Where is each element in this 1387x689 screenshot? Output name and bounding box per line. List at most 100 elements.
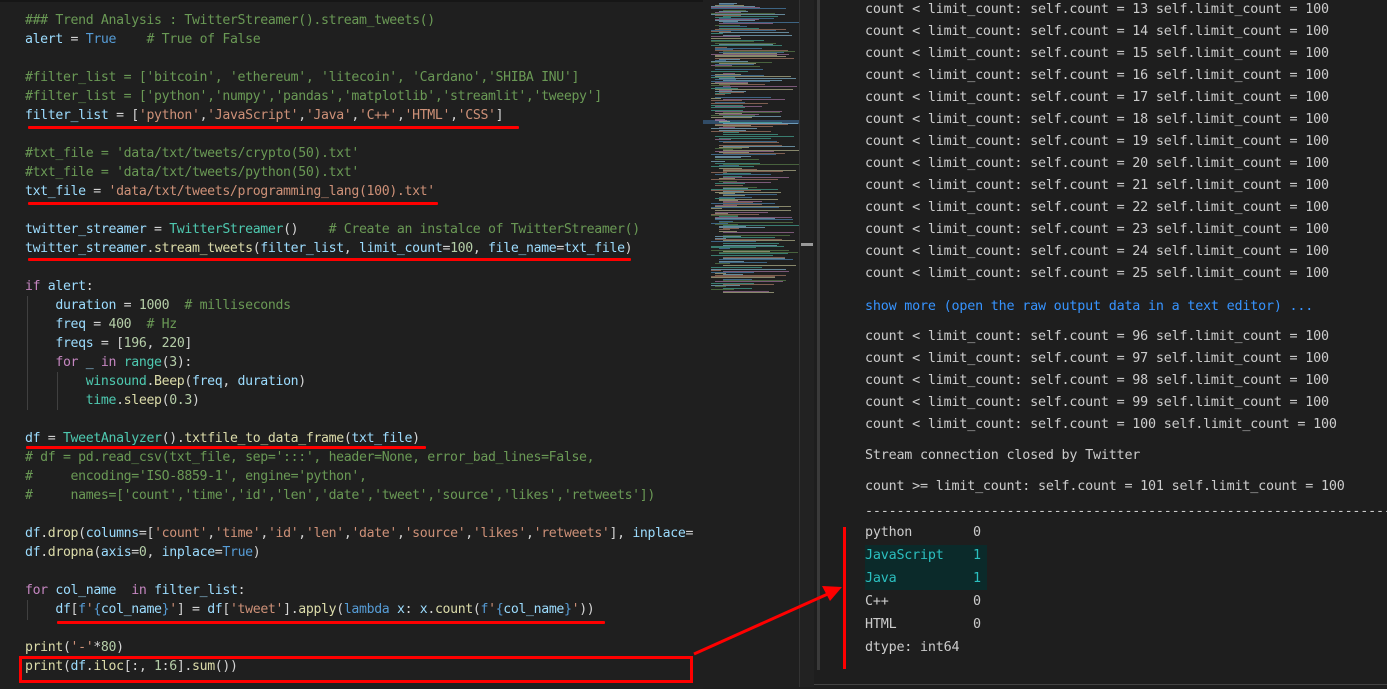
minimap-line [715,263,730,264]
code-line[interactable]: for _ in range(3): [25,353,693,372]
code-line[interactable]: twitter_streamer = TwitterStreamer() # C… [25,220,693,239]
code-line[interactable]: #filter_list = ['bitcoin', 'ethereum', '… [25,68,693,87]
output-line: count < limit_count: self.count = 13 sel… [865,2,1329,17]
output-bottom-divider [814,684,1387,685]
code-content[interactable]: ### Trend Analysis : TwitterStreamer().s… [25,11,693,676]
code-line[interactable]: df[f'{col_name}'] = df['tweet'].apply(la… [25,600,693,619]
sum-row: JavaScript 1 [865,546,981,566]
annotation-underline-apply [57,621,605,624]
minimap-line [719,253,788,254]
dtype-label: dtype: int64 [865,640,960,655]
minimap-line [723,86,797,87]
indent-guide [57,372,58,410]
minimap[interactable] [703,0,799,687]
sum-row-name: HTML [865,617,897,632]
minimap-line [711,270,721,271]
code-line[interactable]: #txt_file = 'data/txt/tweets/python(50).… [25,163,693,182]
minimap-line [715,139,731,140]
minimap-line [723,171,783,172]
minimap-line [715,210,791,211]
editor-scrollbar-thumb[interactable] [801,243,813,246]
minimap-line [715,66,760,67]
minimap-line [723,195,745,196]
annotation-box-print-sum [19,656,693,683]
code-line[interactable]: if alert: [25,277,693,296]
output-line: count < limit_count: self.count = 16 sel… [865,68,1329,83]
output-line: count < limit_count: self.count = 15 sel… [865,46,1329,61]
code-line[interactable]: for col_name in filter_list: [25,581,693,600]
output-separator: ----------------------------------------… [865,504,1387,519]
minimap-line [711,45,782,46]
minimap-line [723,16,778,17]
code-line[interactable]: #filter_list = ['python','numpy','pandas… [25,87,693,106]
minimap-line [711,267,762,268]
minimap-line [723,265,796,266]
minimap-line [711,166,754,167]
minimap-line [715,97,771,98]
code-line[interactable]: alert = True # True of False [25,30,693,49]
output-line: count < limit_count: self.count = 97 sel… [865,351,1329,366]
minimap-line [719,229,730,230]
code-line[interactable]: # names=['count','time','id','len','date… [25,486,693,505]
minimap-line [711,36,740,37]
output-line: count < limit_count: self.count = 20 sel… [865,156,1329,171]
annotation-underline-txt-file [28,202,438,205]
code-line[interactable] [25,562,693,581]
annotation-underline-filter-list [28,126,519,129]
code-line[interactable]: txt_file = 'data/txt/tweets/programming_… [25,182,693,201]
code-line[interactable]: time.sleep(0.3) [25,391,693,410]
sum-row: Java 1 [865,569,981,589]
minimap-line [711,161,725,162]
output-line: count < limit_count: self.count = 18 sel… [865,112,1329,127]
sum-row-name: C++ [865,594,889,609]
code-line[interactable] [25,410,693,429]
minimap-line [719,222,793,223]
code-line[interactable]: print('-'*80) [25,638,693,657]
code-line[interactable]: freqs = [196, 220] [25,334,693,353]
minimap-line [711,255,773,256]
minimap-line [719,32,789,33]
code-line[interactable]: freq = 400 # Hz [25,315,693,334]
minimap-line [711,269,786,270]
minimap-line [711,98,721,99]
code-line[interactable]: twitter_streamer.stream_tweets(filter_li… [25,239,693,258]
code-line[interactable]: ### Trend Analysis : TwitterStreamer().s… [25,11,693,30]
minimap-line [719,259,793,260]
indent-guide [27,296,28,410]
minimap-line [711,8,786,9]
indent-guide [27,600,28,620]
minimap-line [711,33,723,34]
show-more-link[interactable]: show more (open the raw output data in a… [865,297,1313,317]
minimap-line [711,131,771,132]
code-line[interactable]: #txt_file = 'data/txt/tweets/crypto(50).… [25,144,693,163]
minimap-line [719,23,773,24]
output-line: count < limit_count: self.count = 96 sel… [865,329,1329,344]
code-editor[interactable]: ### Trend Analysis : TwitterStreamer().s… [0,0,703,689]
minimap-line [715,219,793,220]
minimap-line [711,128,757,129]
minimap-line [711,71,748,72]
minimap-line [711,277,775,278]
sum-row-value: 0 [973,617,981,632]
code-line[interactable] [25,505,693,524]
output-line: count < limit_count: self.count = 100 se… [865,417,1337,432]
minimap-line [711,107,745,108]
output-line: count < limit_count: self.count = 99 sel… [865,395,1329,410]
code-line[interactable] [25,49,693,68]
sum-row: python 0 [865,523,981,543]
output-line: count < limit_count: self.count = 98 sel… [865,373,1329,388]
code-line[interactable]: # df = pd.read_csv(txt_file, sep=':::', … [25,448,693,467]
minimap-line [715,136,794,137]
minimap-line [715,69,763,70]
code-line[interactable]: df.dropna(axis=0, inplace=True) [25,543,693,562]
sum-row-name: Java [865,571,897,586]
code-line[interactable]: winsound.Beep(freq, duration) [25,372,693,391]
minimap-line [711,103,768,104]
output-line: count < limit_count: self.count = 17 sel… [865,90,1329,105]
sum-row-value: 1 [973,571,981,586]
editor-scrollbar[interactable] [799,0,815,687]
code-line[interactable]: filter_list = ['python','JavaScript','Ja… [25,106,693,125]
code-line[interactable]: df.drop(columns=['count','time','id','le… [25,524,693,543]
code-line[interactable]: # encoding='ISO-8859-1', engine='python'… [25,467,693,486]
code-line[interactable]: duration = 1000 # milliseconds [25,296,693,315]
